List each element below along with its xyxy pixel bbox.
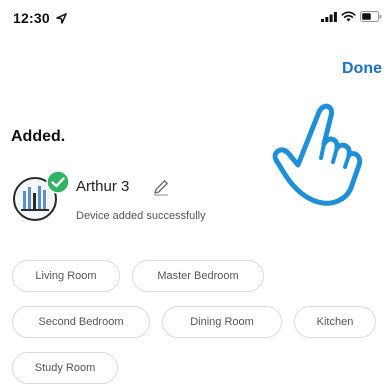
page-title: Added. — [11, 128, 66, 145]
room-chip-living-room[interactable]: Living Room — [12, 260, 120, 292]
signal-icon — [321, 12, 337, 22]
room-chip-master-bedroom[interactable]: Master Bedroom — [132, 260, 264, 292]
status-bar: 12:30 — [0, 0, 388, 34]
room-chip-second-bedroom[interactable]: Second Bedroom — [12, 306, 150, 338]
device-row: Arthur 3 Device added successfully — [12, 170, 312, 226]
device-status-text: Device added successfully — [76, 210, 206, 222]
location-arrow-icon — [56, 13, 67, 24]
room-chip-study-room[interactable]: Study Room — [12, 352, 118, 384]
pencil-icon[interactable] — [152, 178, 170, 196]
room-chip-dining-room[interactable]: Dining Room — [162, 306, 282, 338]
check-badge-icon — [46, 170, 70, 194]
battery-icon — [360, 11, 382, 22]
room-chip-kitchen[interactable]: Kitchen — [294, 306, 376, 338]
device-name: Arthur 3 — [76, 178, 130, 195]
status-icons — [321, 11, 382, 22]
wifi-icon — [341, 11, 356, 22]
status-time: 12:30 — [13, 10, 67, 26]
done-button[interactable]: Done — [342, 60, 382, 78]
